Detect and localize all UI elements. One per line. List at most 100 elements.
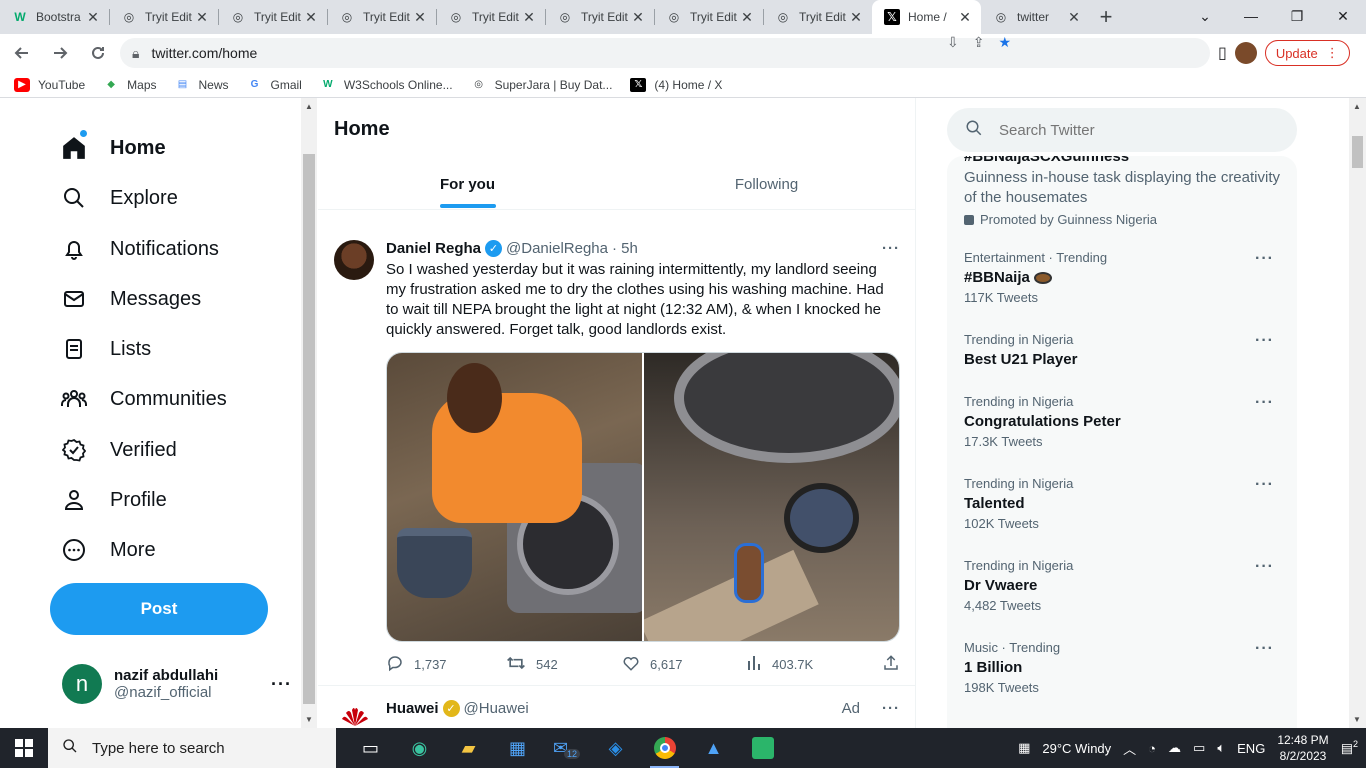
close-tab-icon[interactable]: ✕ [303, 9, 319, 26]
chevron-up-icon[interactable]: ︿ [1123, 739, 1136, 758]
new-tab-button[interactable]: + [1090, 0, 1122, 34]
close-window-icon[interactable]: ✕ [1320, 0, 1366, 32]
bookmark-news[interactable]: ▤ News [175, 78, 229, 92]
share-button[interactable] [882, 654, 900, 675]
more-dots-icon[interactable]: ··· [1255, 332, 1274, 350]
tab-search-icon[interactable]: ⌄ [1182, 0, 1228, 32]
close-tab-icon[interactable]: ✕ [521, 9, 537, 26]
clock[interactable]: 12:48 PM 8/2/2023 [1277, 732, 1328, 764]
search-box[interactable] [947, 108, 1297, 152]
trend-item[interactable]: Trending in Nigeria Best U21 Player ··· [964, 332, 1284, 368]
scroll-up-icon[interactable]: ▲ [305, 102, 313, 111]
language-indicator[interactable]: ENG [1237, 741, 1265, 756]
nav-communities[interactable]: Communities [60, 385, 227, 413]
scroll-down-icon[interactable]: ▼ [1353, 715, 1361, 724]
reload-icon[interactable] [82, 37, 114, 69]
address-bar[interactable]: 🔒︎ twitter.com/home ⇩ ⇪ ★ [120, 34, 1210, 68]
close-tab-icon[interactable]: ✕ [957, 9, 973, 26]
tab-for-you[interactable]: For you [318, 160, 617, 208]
battery-icon[interactable]: ▭ [1193, 740, 1205, 756]
bookmark-w3schools[interactable]: W W3Schools Online... [320, 78, 452, 92]
task-view-icon[interactable]: ▭ [346, 728, 395, 768]
taskbar-search[interactable]: Type here to search [48, 728, 336, 768]
close-tab-icon[interactable]: ✕ [739, 9, 755, 26]
close-tab-icon[interactable]: ✕ [848, 9, 864, 26]
left-scrollbar[interactable]: ▲ ▼ [301, 98, 317, 728]
nav-notifications[interactable]: Notifications [60, 235, 219, 263]
edge-icon[interactable]: ◉ [395, 728, 444, 768]
scrollbar-thumb[interactable] [303, 154, 315, 704]
nav-more[interactable]: More [60, 536, 156, 564]
trend-item[interactable]: Music · Trending 1 Billion 198K Tweets ·… [964, 640, 1284, 695]
search-input[interactable] [999, 121, 1279, 139]
avatar[interactable] [334, 240, 374, 280]
close-tab-icon[interactable]: ✕ [85, 9, 101, 26]
browser-tab[interactable]: W Bootstra ✕ [0, 0, 109, 34]
mail-icon[interactable]: ✉ 12 [542, 728, 591, 768]
more-dots-icon[interactable]: ··· [1255, 394, 1274, 412]
ad-author-handle[interactable]: @Huawei [464, 700, 529, 717]
tweet-media[interactable] [386, 352, 900, 642]
notifications-icon[interactable]: ▤2 [1341, 739, 1358, 756]
forward-icon[interactable] [44, 37, 76, 69]
retweet-button[interactable]: 542 [506, 654, 622, 675]
green-app-icon[interactable] [738, 728, 787, 768]
huawei-logo-icon[interactable] [340, 704, 370, 728]
browser-tab[interactable]: ◎ Tryit Edit ✕ [436, 0, 545, 34]
scrollbar-thumb[interactable] [1352, 136, 1363, 168]
close-tab-icon[interactable]: ✕ [412, 9, 428, 26]
lock-icon[interactable]: 🔒︎ [132, 45, 139, 62]
store-icon[interactable]: ▦ [493, 728, 542, 768]
network-icon[interactable]: ◔ [1148, 741, 1156, 756]
bookmark-superjara[interactable]: ◎ SuperJara | Buy Dat... [471, 78, 612, 92]
weather-text[interactable]: 29°C Windy [1042, 741, 1111, 756]
nav-messages[interactable]: Messages [60, 285, 201, 313]
reply-button[interactable]: 1,737 [386, 654, 506, 675]
account-switcher[interactable]: n nazif abdullahi @nazif_official ··· [62, 664, 292, 704]
more-dots-icon[interactable]: ··· [882, 240, 900, 257]
trend-item[interactable]: Trending in Nigeria Dr Vwaere 4,482 Twee… [964, 558, 1284, 613]
file-explorer-icon[interactable]: ▰ [444, 728, 493, 768]
windows-start-icon[interactable] [0, 728, 48, 768]
browser-tab[interactable]: ◎ Tryit Edit ✕ [218, 0, 327, 34]
tab-following[interactable]: Following [617, 160, 915, 208]
ad-author-name[interactable]: Huawei [386, 700, 439, 717]
more-dots-icon[interactable]: ··· [1255, 640, 1274, 658]
scroll-up-icon[interactable]: ▲ [1353, 102, 1361, 111]
tweet-photo[interactable] [644, 353, 899, 641]
more-dots-icon[interactable]: ··· [271, 674, 292, 695]
volume-icon[interactable]: 🔈︎ [1217, 740, 1225, 756]
browser-tab[interactable]: ◎ Tryit Edit ✕ [109, 0, 218, 34]
views-button[interactable]: 403.7K [746, 654, 882, 675]
scroll-down-icon[interactable]: ▼ [305, 715, 313, 724]
browser-tab[interactable]: ◎ Tryit Edit ✕ [545, 0, 654, 34]
back-icon[interactable] [6, 37, 38, 69]
nav-verified[interactable]: Verified [60, 436, 177, 464]
more-dots-icon[interactable]: ··· [1255, 476, 1274, 494]
nav-explore[interactable]: Explore [60, 184, 178, 212]
chrome-icon[interactable] [640, 728, 689, 768]
tweet-timestamp[interactable]: · 5h [612, 240, 638, 257]
tweet-author-name[interactable]: Daniel Regha [386, 240, 481, 257]
bookmark-gmail[interactable]: G Gmail [247, 78, 302, 92]
trend-item[interactable]: Entertainment · Trending #BBNaija 117K T… [964, 250, 1284, 305]
promoted-tweet[interactable]: Huawei ✓ @Huawei Ad ··· [318, 690, 915, 728]
like-button[interactable]: 6,617 [622, 654, 746, 675]
bookmark-maps[interactable]: ◆ Maps [103, 78, 156, 92]
bookmark-youtube[interactable]: ▶ YouTube [14, 77, 85, 92]
close-tab-icon[interactable]: ✕ [1066, 9, 1082, 26]
tweet[interactable]: Daniel Regha ✓ @DanielRegha · 5h ··· So … [318, 226, 915, 686]
cloud-icon[interactable]: ☁ [1168, 740, 1181, 756]
tweet-photo[interactable] [387, 353, 642, 641]
close-tab-icon[interactable]: ✕ [630, 9, 646, 26]
nav-lists[interactable]: Lists [60, 335, 151, 363]
vscode-icon[interactable]: ◈ [591, 728, 640, 768]
promoted-trend[interactable]: #BBNaijaSCXGuinness Guinness in-house ta… [964, 156, 1284, 227]
close-tab-icon[interactable]: ✕ [194, 9, 210, 26]
restore-icon[interactable]: ❐ [1274, 0, 1320, 32]
nav-home[interactable]: Home [60, 130, 166, 162]
page-scrollbar[interactable]: ▲ ▼ [1349, 98, 1366, 728]
trend-item[interactable]: Trending in Nigeria Congratulations Pete… [964, 394, 1284, 449]
photos-icon[interactable]: ▲ [689, 728, 738, 768]
more-dots-icon[interactable]: ··· [1255, 250, 1274, 268]
